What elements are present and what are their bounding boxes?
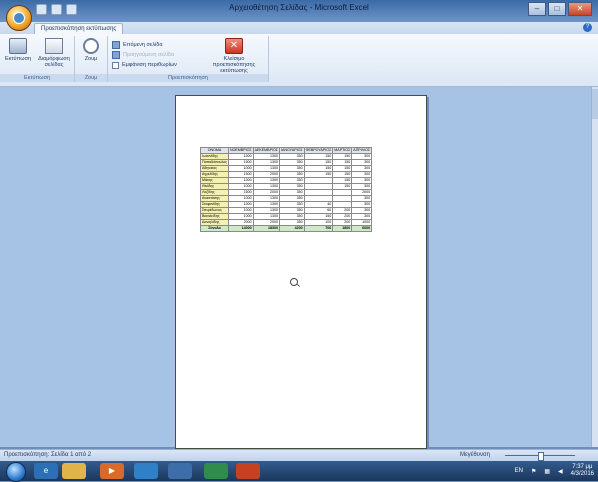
title-bar: Αρχειοθέτηση Σελίδας - Microsoft Excel –… — [0, 0, 598, 22]
preview-page[interactable]: ΟΝΟΜΑ ΝΟΕΜΒΡΙΟΣ ΔΕΚΕΜΒΡΙΟΣ ΙΑΝΟΥΑΡΙΟΣ ΦΕΒΡΟΥ… — [175, 95, 427, 449]
page-info: Προεπισκόπηση: Σελίδα 1 από 2 — [4, 452, 92, 458]
group-print: Εκτύπωση Διαμόρφωση σελίδας Εκτύπωση — [0, 36, 75, 82]
powerpoint-icon[interactable] — [236, 463, 260, 479]
zoom-slider-thumb[interactable] — [538, 452, 544, 461]
zoom-button[interactable]: Ζουμ — [79, 38, 103, 62]
window-controls: – □ ✕ — [528, 2, 592, 16]
magnifier-cursor-icon — [290, 278, 298, 286]
close-button[interactable]: ✕ — [568, 2, 592, 16]
close-preview-button[interactable]: ✕ Κλείσιμο προεπισκόπησης εκτύπωσης — [204, 38, 264, 74]
scroll-thumb[interactable] — [592, 89, 598, 119]
header-cell: ΙΑΝΟΥΑΡΙΟΣ — [279, 147, 305, 154]
maximize-button[interactable]: □ — [548, 2, 566, 16]
preview-options: Επόμενη σελίδα Προηγούμενη σελίδα Εμφάνι… — [112, 40, 177, 70]
volume-icon[interactable]: ◀ — [558, 468, 563, 475]
total-cell: 18300 — [252, 225, 281, 232]
header-cell: ΑΠΡΙΛΙΟΣ — [351, 147, 373, 154]
excel-icon[interactable] — [204, 463, 228, 479]
totals-label: Σύνολο — [200, 225, 229, 232]
print-button[interactable]: Εκτύπωση — [2, 38, 34, 62]
status-bar: Προεπισκόπηση: Σελίδα 1 από 2 Μεγέθυνση — [0, 449, 598, 461]
table-body: Ιωαννίδης 1000 1300 350 150 150 300 Παπαδόπουλο… — [200, 153, 373, 226]
header-cell: ΜΑΡΤΙΟΣ — [332, 147, 353, 154]
header-cell: ΔΕΚΕΜΒΡΙΟΣ — [252, 147, 281, 154]
close-preview-icon: ✕ — [225, 38, 243, 54]
zoom-button-label: Ζουμ — [84, 56, 98, 62]
ribbon-tab-row: Προεπισκόπηση εκτύπωσης ? — [0, 22, 598, 35]
page-setup-icon — [45, 38, 63, 54]
ie-icon[interactable]: e — [34, 463, 58, 479]
total-cell: 14000 — [228, 225, 254, 232]
taskbar: e ▶ EN ⚑ ▦ ◀ 7:37 μμ 4/3/2016 — [0, 461, 598, 482]
name-cell: Παπαδόπουλος — [200, 159, 229, 166]
group-preview: Επόμενη σελίδα Προηγούμενη σελίδα Εμφάνι… — [108, 36, 269, 82]
page-setup-button[interactable]: Διαμόρφωση σελίδας — [36, 38, 72, 68]
group-zoom: Ζουμ Ζουμ — [75, 36, 108, 82]
help-icon[interactable]: ? — [583, 23, 592, 32]
total-cell: 6000 — [351, 225, 373, 232]
office-button[interactable] — [6, 5, 32, 31]
next-page-icon — [112, 41, 120, 49]
minimize-button[interactable]: – — [528, 2, 546, 16]
office-logo-icon — [13, 12, 25, 24]
group-zoom-label: Ζουμ — [75, 74, 107, 82]
network-icon[interactable]: ▦ — [544, 468, 550, 475]
clock[interactable]: 7:37 μμ 4/3/2016 — [571, 464, 594, 478]
media-player-icon[interactable]: ▶ — [100, 463, 124, 479]
previous-page-icon — [112, 51, 120, 59]
word-icon[interactable] — [168, 463, 192, 479]
table-totals-row: Σύνολο 14000 18300 4200 700 1800 6000 — [200, 225, 373, 232]
ribbon: Εκτύπωση Διαμόρφωση σελίδας Εκτύπωση Ζου… — [0, 34, 598, 87]
total-cell: 1800 — [332, 225, 353, 232]
close-preview-label: Κλείσιμο προεπισκόπησης εκτύπωσης — [212, 56, 256, 74]
zoom-icon — [83, 38, 99, 54]
header-cell: ΦΕΒΡΟΥΑΡΙΟΣ — [303, 147, 334, 154]
zoom-label: Μεγέθυνση — [460, 452, 491, 458]
clock-date: 4/3/2016 — [570, 471, 594, 477]
checkbox-icon — [112, 61, 119, 69]
next-page-button[interactable]: Επόμενη σελίδα — [112, 40, 177, 50]
flag-icon[interactable]: ⚑ — [531, 468, 536, 475]
window-title: Αρχειοθέτηση Σελίδας - Microsoft Excel — [229, 3, 369, 12]
show-margins-label: Εμφάνιση περιθωρίων — [122, 62, 177, 68]
app-icon[interactable] — [134, 463, 158, 479]
previous-page-button[interactable]: Προηγούμενη σελίδα — [112, 50, 177, 60]
folder-icon[interactable] — [62, 463, 86, 479]
print-button-label: Εκτύπωση — [4, 56, 32, 62]
next-page-label: Επόμενη σελίδα — [123, 42, 163, 48]
printer-icon — [9, 38, 27, 54]
start-button[interactable] — [6, 462, 26, 482]
clock-time: 7:37 μμ — [572, 464, 593, 470]
page-setup-button-label: Διαμόρφωση σελίδας — [38, 56, 70, 68]
show-margins-checkbox[interactable]: Εμφάνιση περιθωρίων — [112, 60, 177, 70]
vertical-scrollbar[interactable] — [591, 87, 598, 447]
total-cell: 700 — [303, 225, 334, 232]
total-cell: 4200 — [279, 225, 305, 232]
group-preview-label: Προεπισκόπηση — [108, 74, 268, 82]
system-tray: EN ⚑ ▦ ◀ 7:37 μμ 4/3/2016 — [515, 463, 594, 479]
language-indicator[interactable]: EN — [515, 468, 523, 474]
previous-page-label: Προηγούμενη σελίδα — [123, 52, 175, 58]
group-print-label: Εκτύπωση — [0, 74, 74, 82]
header-cell: ΝΟΕΜΒΡΙΟΣ — [228, 147, 254, 154]
spreadsheet-table: ΟΝΟΜΑ ΝΟΕΜΒΡΙΟΣ ΔΕΚΕΜΒΡΙΟΣ ΙΑΝΟΥΑΡΙΟΣ ΦΕΒΡΟΥ… — [200, 147, 373, 232]
